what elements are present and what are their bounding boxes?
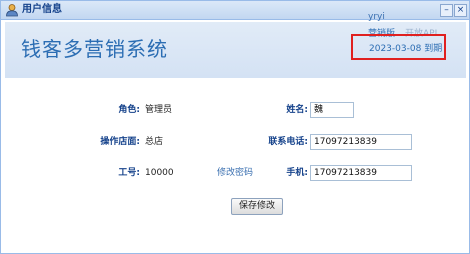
role-label: 角色:	[118, 105, 140, 115]
mobile-label: 手机:	[286, 168, 308, 178]
name-label: 姓名:	[286, 105, 308, 115]
employee-id-label: 工号:	[118, 168, 140, 178]
save-button[interactable]: 保存修改	[231, 198, 283, 215]
contact-phone-label: 联系电话:	[268, 137, 308, 147]
brand-title: 钱客多营销系统	[21, 37, 168, 61]
user-icon	[5, 3, 19, 17]
current-user-name: yryi	[368, 12, 385, 22]
expiry-text: 到期	[424, 44, 443, 54]
expiry-info: 2023-03-08 到期	[369, 41, 442, 54]
user-info-window: 用户信息 – × 钱客多营销系统 yryi 营销版 开放API 2023-03-…	[0, 0, 470, 254]
store-label: 操作店面:	[100, 137, 140, 147]
window-title: 用户信息	[22, 4, 62, 15]
user-info-form: 角色: 管理员 姓名: 操作店面: 总店 联系电话: 工号: 10000 修改密…	[5, 80, 466, 247]
mobile-field[interactable]	[310, 165, 412, 181]
title-bar[interactable]: 用户信息 – ×	[1, 1, 469, 20]
minimize-button[interactable]: –	[440, 4, 453, 17]
employee-id-value: 10000	[145, 168, 174, 178]
contact-phone-field[interactable]	[310, 134, 412, 150]
role-value: 管理员	[145, 105, 173, 115]
name-field[interactable]	[310, 102, 354, 118]
expiry-date: 2023-03-08	[369, 44, 422, 54]
close-button[interactable]: ×	[454, 4, 467, 17]
store-value: 总店	[145, 137, 164, 147]
